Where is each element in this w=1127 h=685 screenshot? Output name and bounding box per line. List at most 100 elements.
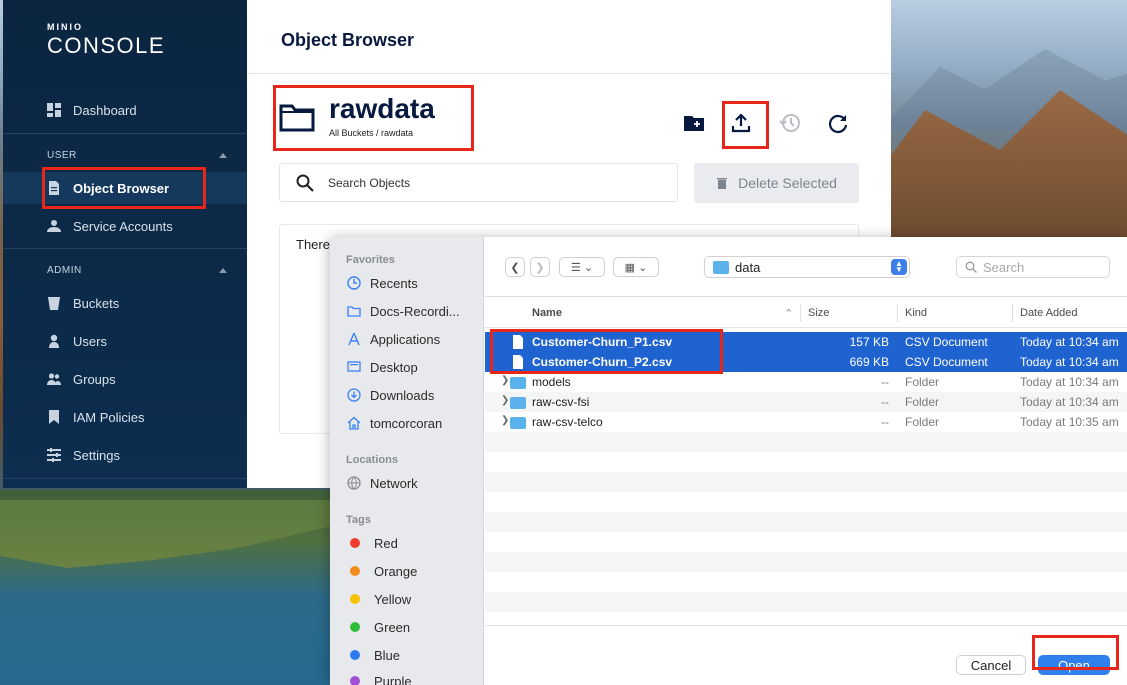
green-tag-dot-icon <box>350 622 360 632</box>
rewind-history-button[interactable] <box>775 108 805 138</box>
page-title: Object Browser <box>281 30 415 50</box>
file-kind: CSV Document <box>905 335 988 349</box>
column-header-kind[interactable]: Kind <box>905 307 927 319</box>
sidebar-item-label: Desktop <box>370 359 418 375</box>
dialog-search-input[interactable]: Search <box>956 256 1110 278</box>
folder-name: raw-csv-telco <box>532 415 603 429</box>
empty-row <box>485 472 1127 492</box>
sidebar-item-label: Docs-Recordi... <box>370 303 460 319</box>
sidebar-item-downloads[interactable]: Downloads <box>346 385 434 405</box>
column-header-size[interactable]: Size <box>808 307 829 319</box>
folder-kind: Folder <box>905 415 940 429</box>
sidebar-item-label: Recents <box>370 275 418 291</box>
column-divider <box>897 304 898 322</box>
page-header: Object Browser <box>247 0 891 74</box>
folder-icon <box>346 303 362 319</box>
folder-size: -- <box>881 415 889 429</box>
sidebar-item-recents[interactable]: Recents <box>346 273 418 293</box>
logo-top-text: MINIO <box>47 22 83 32</box>
folder-icon <box>510 377 526 389</box>
folder-row[interactable]: ❯ raw-csv-telco -- Folder Today at 10:35… <box>485 412 1127 432</box>
empty-row <box>485 432 1127 452</box>
user-icon <box>47 334 61 348</box>
sidebar-item-applications[interactable]: Applications <box>346 329 440 349</box>
tag-yellow[interactable]: Yellow <box>346 589 411 609</box>
sidebar-item-network[interactable]: Network <box>346 473 418 493</box>
applications-icon <box>346 331 362 347</box>
minio-logo[interactable]: MINIO CONSOLE <box>47 22 165 59</box>
back-button[interactable]: ❮ <box>505 257 525 277</box>
folder-row[interactable]: ❯ raw-csv-fsi -- Folder Today at 10:34 a… <box>485 392 1127 412</box>
tag-red[interactable]: Red <box>346 533 398 553</box>
policy-bookmark-icon <box>47 410 61 424</box>
settings-icon <box>47 448 61 462</box>
locations-heading: Locations <box>346 454 398 466</box>
refresh-button[interactable] <box>823 108 853 138</box>
empty-row <box>485 512 1127 532</box>
sidebar-item-groups[interactable]: Groups <box>3 363 247 395</box>
tag-label: Red <box>374 535 398 551</box>
search-icon <box>296 174 314 192</box>
groups-icon <box>47 372 61 386</box>
sidebar-divider <box>3 133 247 134</box>
folder-icon <box>510 397 526 409</box>
tag-label: Orange <box>374 563 418 579</box>
collapse-user-caret-icon[interactable] <box>219 153 227 158</box>
folder-icon <box>510 417 526 429</box>
section-label-user: USER <box>47 150 77 161</box>
home-icon <box>346 415 362 431</box>
file-date: Today at 10:34 am <box>1020 355 1119 369</box>
group-by-button[interactable]: ▦ ⌄ <box>613 257 659 277</box>
disclosure-chevron-icon[interactable]: ❯ <box>501 395 509 406</box>
annotation-object-browser-highlight <box>42 167 206 209</box>
create-folder-button[interactable] <box>679 108 709 138</box>
sidebar-item-service-accounts[interactable]: Service Accounts <box>3 210 247 242</box>
column-header-date-added[interactable]: Date Added <box>1020 307 1078 319</box>
list-view-icon: ☰ ⌄ <box>570 261 594 274</box>
forward-button[interactable]: ❯ <box>530 257 550 277</box>
globe-icon <box>346 475 362 491</box>
sidebar: MINIO CONSOLE Dashboard USER Object Brow… <box>3 0 247 488</box>
folder-size: -- <box>881 375 889 389</box>
tag-green[interactable]: Green <box>346 617 410 637</box>
sidebar-item-desktop[interactable]: Desktop <box>346 357 418 377</box>
dialog-search-placeholder: Search <box>983 259 1025 275</box>
orange-tag-dot-icon <box>350 566 360 576</box>
delete-selected-label: Delete Selected <box>738 175 837 191</box>
collapse-admin-caret-icon[interactable] <box>219 268 227 273</box>
trash-icon <box>717 178 728 189</box>
desktop-icon <box>346 359 362 375</box>
tag-orange[interactable]: Orange <box>346 561 417 581</box>
sidebar-item-dashboard[interactable]: Dashboard <box>3 94 247 126</box>
path-selector[interactable]: data ▲ ▼ <box>704 256 910 278</box>
folder-kind: Folder <box>905 395 940 409</box>
up-down-stepper-icon: ▲ ▼ <box>891 259 907 275</box>
sidebar-item-users[interactable]: Users <box>3 325 247 357</box>
sidebar-item-label: tomcorcoran <box>370 415 443 431</box>
search-objects-input[interactable]: Search Objects <box>279 163 678 202</box>
file-open-dialog: Favorites Recents Docs-Recordi... Applic… <box>330 237 1127 685</box>
sidebar-item-settings[interactable]: Settings <box>3 439 247 471</box>
folder-kind: Folder <box>905 375 940 389</box>
sidebar-item-label: Dashboard <box>73 102 137 118</box>
disclosure-chevron-icon[interactable]: ❯ <box>501 415 509 426</box>
tag-label: Blue <box>374 647 401 663</box>
cancel-button[interactable]: Cancel <box>956 655 1026 675</box>
sidebar-item-iam-policies[interactable]: IAM Policies <box>3 401 247 433</box>
tag-purple[interactable]: Purple <box>346 671 412 685</box>
folder-row[interactable]: ❯ models -- Folder Today at 10:34 am <box>485 372 1127 392</box>
folder-icon <box>713 260 729 274</box>
file-kind: CSV Document <box>905 355 988 369</box>
favorites-heading: Favorites <box>346 254 395 266</box>
column-divider <box>800 304 801 322</box>
view-mode-list-button[interactable]: ☰ ⌄ <box>559 257 605 277</box>
sidebar-item-home[interactable]: tomcorcoran <box>346 413 442 433</box>
sidebar-item-docs-recordings[interactable]: Docs-Recordi... <box>346 301 460 321</box>
sidebar-item-buckets[interactable]: Buckets <box>3 287 247 319</box>
disclosure-chevron-icon[interactable]: ❯ <box>501 375 509 386</box>
delete-selected-button[interactable]: Delete Selected <box>694 163 859 203</box>
column-header-name[interactable]: Name <box>532 307 562 319</box>
tag-label: Green <box>374 619 411 635</box>
tag-blue[interactable]: Blue <box>346 645 400 665</box>
column-divider <box>1012 304 1013 322</box>
